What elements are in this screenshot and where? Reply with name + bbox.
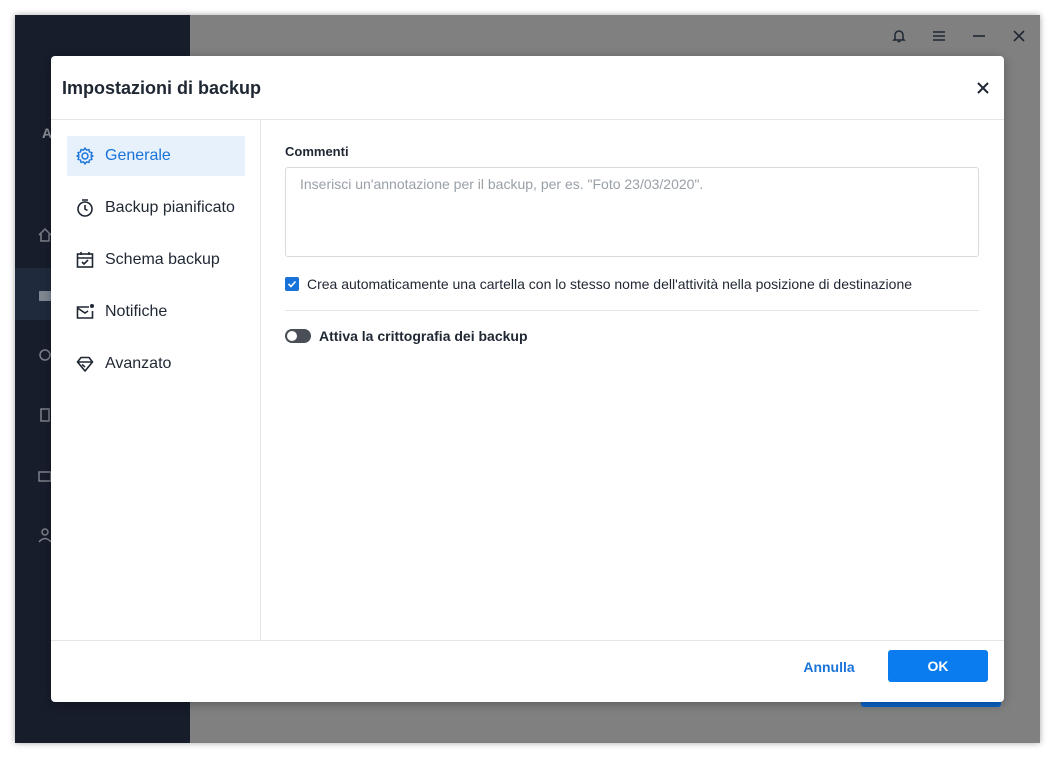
nav-label-avanzato: Avanzato xyxy=(105,355,172,372)
dialog-header: Impostazioni di backup xyxy=(51,56,1004,120)
nav-label-notifiche: Notifiche xyxy=(105,303,168,320)
mail-notification-icon xyxy=(74,301,96,323)
calendar-check-icon xyxy=(74,249,96,271)
auto-folder-row: Crea automaticamente una cartella con lo… xyxy=(285,276,912,292)
ok-button[interactable]: OK xyxy=(888,650,988,682)
window-close-icon[interactable] xyxy=(1008,25,1030,47)
nav-item-generale[interactable]: Generale xyxy=(67,136,245,176)
close-icon xyxy=(977,82,989,94)
menu-icon[interactable] xyxy=(928,25,950,47)
nav-label-generale: Generale xyxy=(105,147,171,164)
checkmark-icon xyxy=(287,280,297,288)
encryption-row: Attiva la crittografia dei backup xyxy=(285,328,528,344)
cancel-button[interactable]: Annulla xyxy=(793,651,865,683)
backup-settings-dialog: Impostazioni di backup Generale Backup p… xyxy=(51,56,1004,702)
nav-label-schema-backup: Schema backup xyxy=(105,251,220,268)
nav-item-backup-pianificato[interactable]: Backup pianificato xyxy=(67,188,245,228)
nav-item-schema-backup[interactable]: Schema backup xyxy=(67,240,245,280)
titlebar-controls xyxy=(888,25,1030,47)
bell-icon[interactable] xyxy=(888,25,910,47)
auto-folder-label: Crea automaticamente una cartella con lo… xyxy=(307,276,913,292)
nav-label-backup-pianificato: Backup pianificato xyxy=(105,199,235,216)
stopwatch-icon xyxy=(74,197,96,219)
diamond-icon xyxy=(74,353,96,375)
comments-label: Commenti xyxy=(285,144,349,159)
dialog-close-button[interactable] xyxy=(972,77,994,99)
encryption-label: Attiva la crittografia dei backup xyxy=(319,328,528,344)
minimize-icon[interactable] xyxy=(968,25,990,47)
auto-folder-checkbox[interactable] xyxy=(285,277,299,291)
encryption-toggle[interactable] xyxy=(285,329,311,343)
settings-nav: Generale Backup pianificato Schema backu… xyxy=(51,120,261,640)
dialog-footer: Annulla OK xyxy=(51,640,1004,702)
comments-input[interactable] xyxy=(285,167,979,257)
content-divider xyxy=(285,310,979,311)
toggle-knob xyxy=(287,331,297,341)
nav-item-notifiche[interactable]: Notifiche xyxy=(67,292,245,332)
gear-icon xyxy=(74,145,96,167)
nav-item-avanzato[interactable]: Avanzato xyxy=(67,344,245,384)
dialog-title: Impostazioni di backup xyxy=(62,78,262,98)
